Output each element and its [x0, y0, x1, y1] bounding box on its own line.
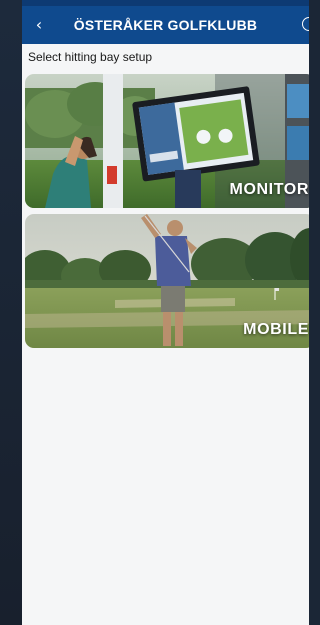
mobile-option-card[interactable]: MOBILE [25, 214, 309, 348]
left-gutter [0, 0, 22, 625]
monitor-option-card[interactable]: MONITOR [25, 74, 309, 208]
chevron-left-icon: ‹ [35, 15, 43, 34]
monitor-option-label: MONITOR [229, 181, 309, 198]
instruction-text: Select hitting bay setup [28, 50, 153, 64]
page-title: ÖSTERÅKER GOLFKLUBB [73, 17, 258, 33]
info-circle-icon[interactable] [302, 17, 309, 31]
app-screen: ‹ ÖSTERÅKER GOLFKLUBB Select hitting bay… [22, 0, 309, 625]
app-header: ‹ ÖSTERÅKER GOLFKLUBB [22, 6, 309, 44]
mobile-option-label: MOBILE [243, 321, 309, 338]
back-button[interactable]: ‹ [28, 14, 50, 36]
